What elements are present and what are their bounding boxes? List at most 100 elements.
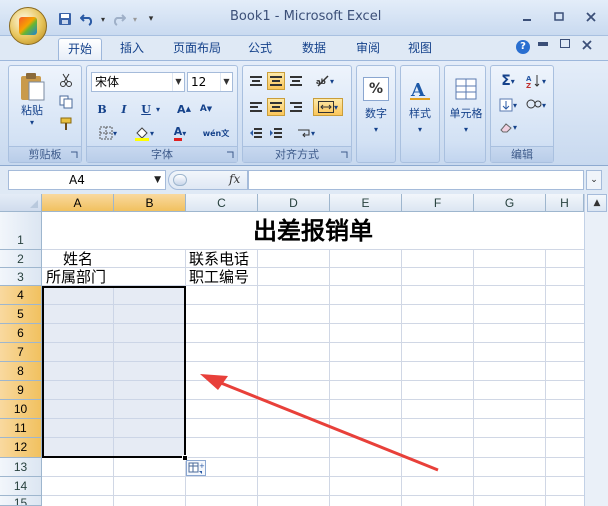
font-launcher-icon[interactable] [226,151,234,159]
font-group-label: 字体 [87,146,237,162]
title-bar: ▾ ▾ ▾ Book1 - Microsoft Excel [0,0,608,36]
number-label: 数字 [365,106,387,120]
grow-font-button[interactable]: A ▲ [175,100,193,118]
maximize-icon[interactable] [548,8,570,26]
orientation-button[interactable]: ab ▾ [313,72,337,90]
font-name-combo[interactable]: 宋体 ▼ [91,72,185,92]
tab-home[interactable]: 开始 [58,38,102,60]
styles-group: A 样式 ▾ [400,65,440,163]
alignment-launcher-icon[interactable] [340,151,348,159]
font-name-dropdown-icon[interactable]: ▼ [172,73,184,91]
svg-text:ab: ab [316,78,326,86]
styles-label: 样式 [409,106,431,120]
wrap-text-button[interactable]: ▾ [291,124,321,142]
number-format-button[interactable]: % 数字 ▾ [359,70,393,140]
clipboard-group: 粘贴 ▾ 剪贴板 [8,65,82,163]
font-size-combo[interactable]: 12 ▼ [187,72,233,92]
paste-label: 粘贴 [21,103,43,117]
tab-data[interactable]: 数据 [292,38,336,60]
autosum-button[interactable]: Σ ▾ [495,72,521,90]
vertical-scrollbar[interactable]: ▲ [584,194,608,506]
font-size-value: 12 [191,75,207,89]
insert-function-button[interactable]: fx [229,172,240,186]
office-button[interactable] [9,7,47,45]
find-select-button[interactable]: ▾ [523,96,549,114]
office-logo-icon [19,17,37,35]
formula-input[interactable] [248,170,584,190]
borders-icon [99,126,113,140]
tab-page-layout[interactable]: 页面布局 [164,38,230,60]
tab-view[interactable]: 视图 [398,38,442,60]
redo-dropdown-icon[interactable]: ▾ [131,10,139,28]
sort-filter-button[interactable]: A Z ▾ [523,72,549,90]
scroll-up-icon[interactable]: ▲ [587,194,607,212]
ribbon-restore-icon[interactable] [560,39,570,48]
cells-label: 单元格 [449,106,483,120]
ribbon: 粘贴 ▾ 剪贴板 宋体 ▼ 12 ▼ B I U ▾ A ▲ A ▼ ▾ ▾ A… [0,60,608,166]
merge-center-button[interactable]: ▾ [313,98,343,116]
alignment-group: ab ▾ ▾ ▾ 对齐方式 [242,65,352,163]
help-icon[interactable]: ? [516,40,530,54]
fill-color-icon [134,127,149,141]
paste-button[interactable]: 粘贴 ▾ [13,70,51,128]
formula-buttons-area: fx [168,170,248,190]
svg-text:Z: Z [526,82,531,88]
name-box-value: A4 [69,173,85,187]
redo-icon[interactable] [109,10,129,28]
percent-icon: % [363,76,389,101]
tab-formulas[interactable]: 公式 [238,38,282,60]
save-icon[interactable] [55,10,75,28]
cells-icon [455,78,477,99]
editing-group-label: 编辑 [491,146,553,162]
cells-button[interactable]: 单元格 ▾ [447,70,485,140]
underline-dropdown-icon[interactable]: ▾ [153,100,163,118]
increase-indent-button[interactable] [267,124,285,142]
align-top-button[interactable] [247,72,265,90]
clear-button[interactable]: ▾ [495,118,521,136]
borders-button[interactable]: ▾ [93,124,123,142]
svg-text:A: A [410,80,426,101]
ribbon-tabs: 开始 插入 页面布局 公式 数据 审阅 视图 ? [0,36,608,60]
shrink-font-button[interactable]: A ▼ [197,100,215,118]
tab-review[interactable]: 审阅 [346,38,390,60]
font-color-button[interactable]: A ▾ [165,124,195,142]
format-painter-icon[interactable] [57,116,75,132]
cut-icon[interactable] [57,72,75,88]
align-center-button[interactable] [267,98,285,116]
font-name-value: 宋体 [95,75,120,89]
undo-dropdown-icon[interactable]: ▾ [99,10,107,28]
align-middle-button[interactable] [267,72,285,90]
align-right-button[interactable] [287,98,305,116]
expand-handle-icon[interactable] [173,174,187,186]
annotation-arrow [200,374,439,472]
ribbon-minimize-icon[interactable] [538,42,548,46]
expand-formula-bar-icon[interactable]: ⌄ [586,170,602,190]
decrease-indent-button[interactable] [247,124,265,142]
name-box[interactable]: A4 ▼ [8,170,166,190]
undo-icon[interactable] [77,10,97,28]
quick-access-toolbar: ▾ ▾ ▾ [55,9,161,29]
window-controls [516,8,602,26]
formula-bar: A4 ▼ fx ⌄ [0,166,608,194]
clipboard-launcher-icon[interactable] [70,151,78,159]
align-bottom-button[interactable] [287,72,305,90]
ribbon-close-icon[interactable] [582,40,592,50]
minimize-icon[interactable] [516,8,538,26]
fill-color-button[interactable]: ▾ [129,124,159,142]
align-left-button[interactable] [247,98,265,116]
customize-qat-icon[interactable]: ▾ [141,10,161,28]
styles-button[interactable]: A 样式 ▾ [403,70,437,140]
styles-icon: A [410,80,430,101]
copy-icon[interactable] [57,94,75,110]
tab-insert[interactable]: 插入 [110,38,154,60]
fill-button[interactable]: ▾ [495,96,521,114]
cells-group: 单元格 ▾ [444,65,486,163]
bold-button[interactable]: B [93,100,111,118]
close-icon[interactable] [580,8,602,26]
number-group: % 数字 ▾ [356,65,396,163]
worksheet-grid[interactable]: A B C D E F G H 1 2 3 4 5 6 7 8 9 10 11 … [0,194,608,506]
italic-button[interactable]: I [115,100,133,118]
font-size-dropdown-icon[interactable]: ▼ [220,73,232,91]
phonetic-button[interactable]: wén 文 [201,124,231,142]
name-box-dropdown-icon[interactable]: ▼ [154,171,161,189]
